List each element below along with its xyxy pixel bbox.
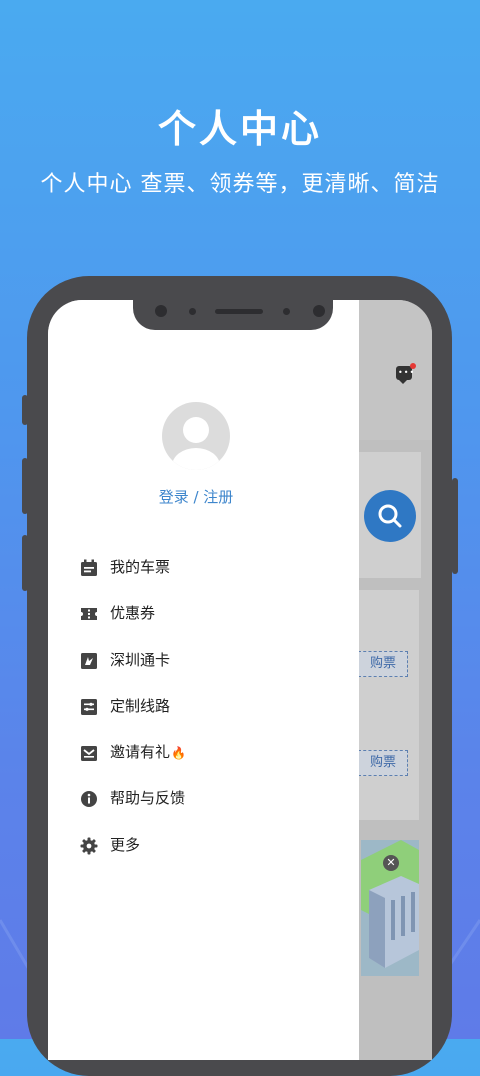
login-register-link[interactable]: 登录 / 注册 [48,486,344,507]
menu-item-custom-routes[interactable]: 定制线路 [80,695,186,741]
side-drawer: 登录 / 注册 我的车票 优惠券 深圳通卡 定制线路 邀请有礼🔥 帮助与反馈 更… [48,300,359,1060]
search-button[interactable] [364,490,416,542]
menu-item-shenzhen-card[interactable]: 深圳通卡 [80,649,186,695]
buy-ticket-button-2[interactable]: 购票 [358,750,408,776]
menu-item-my-tickets[interactable]: 我的车票 [80,556,186,602]
menu-item-label: 深圳通卡 [110,650,171,669]
phone-notch [133,300,333,330]
ad-close-button[interactable]: ✕ [383,855,399,871]
message-icon[interactable]: ••• [396,366,414,384]
menu-item-label: 邀请有礼🔥 [110,743,186,762]
menu-item-label: 定制线路 [110,696,171,715]
camera-dot-2 [313,305,325,317]
menu-item-coupons[interactable]: 优惠券 [80,602,186,648]
menu-item-label: 我的车票 [110,558,171,576]
phone-volume-button-3 [22,535,28,591]
camera-dot [155,305,167,317]
fire-icon: 🔥 [171,746,186,761]
menu-item-label: 帮助与反馈 [110,789,186,808]
coupon-icon [81,608,97,621]
phone-volume-button-2 [22,458,28,514]
gift-box-icon [81,746,97,762]
menu-item-label: 优惠券 [110,604,156,623]
phone-screen: ••• 购票 购票 ✕ 登录 / 注册 我的车票 优惠券 深圳通卡 定制线路 邀… [48,300,432,1060]
calendar-icon [81,559,97,576]
route-icon [81,698,97,715]
notification-dot [410,363,416,369]
promo-title: 个人中心 [157,107,322,151]
menu-item-invite[interactable]: 邀请有礼🔥 [80,741,186,787]
info-icon [81,791,97,808]
phone-power-button [452,478,458,574]
sensor-dot [189,308,196,315]
drawer-menu: 我的车票 优惠券 深圳通卡 定制线路 邀请有礼🔥 帮助与反馈 更多 [80,556,186,880]
avatar[interactable] [162,402,230,470]
sensor-dot-2 [283,308,290,315]
user-placeholder-icon [172,417,220,470]
search-icon [378,504,402,528]
menu-item-help-feedback[interactable]: 帮助与反馈 [80,787,186,833]
menu-item-label: 更多 [110,835,141,854]
transit-card-icon [81,652,97,669]
gear-icon [80,837,98,855]
menu-item-more[interactable]: 更多 [80,834,186,880]
phone-volume-button-1 [22,395,28,425]
buy-ticket-button-1[interactable]: 购票 [358,651,408,677]
promo-subtitle: 个人中心 查票、领券等，更清晰、简洁 [40,172,440,197]
speaker-grille [215,309,263,314]
underlying-ticket-card [359,590,419,820]
